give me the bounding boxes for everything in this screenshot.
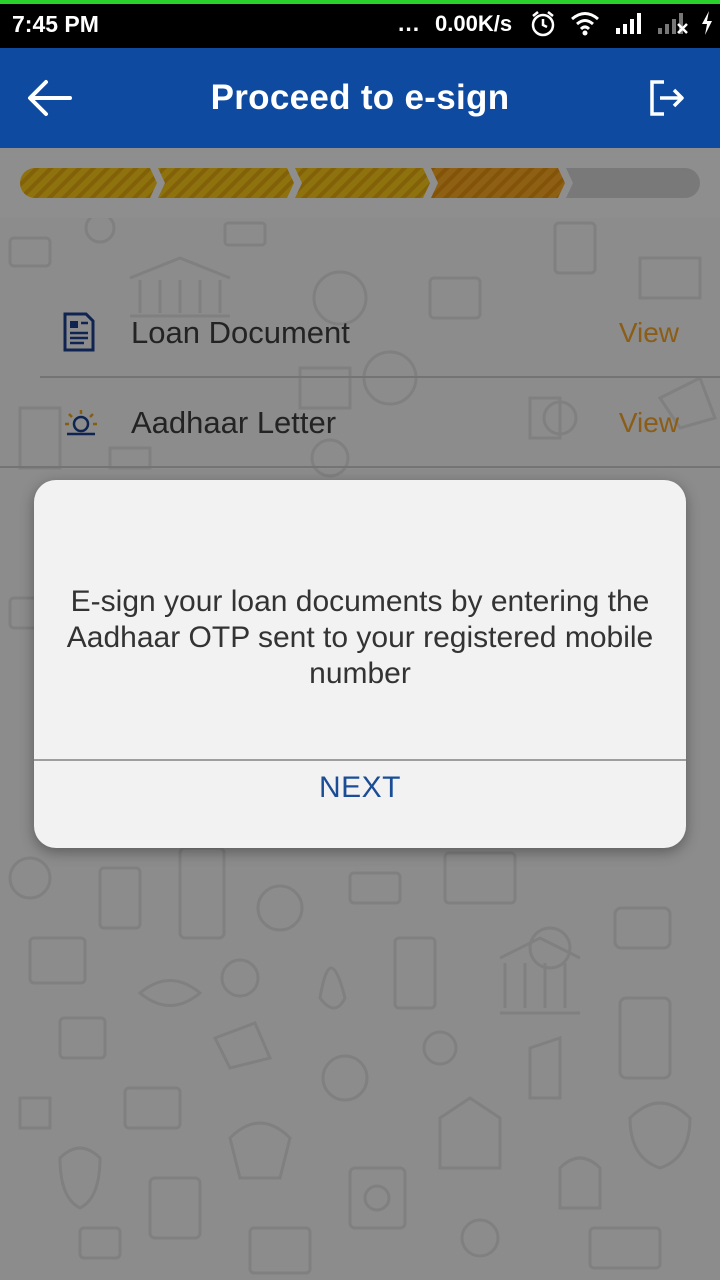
status-more-indicator: ...: [398, 10, 421, 36]
dialog-message: E-sign your loan documents by entering t…: [66, 585, 654, 690]
esign-info-dialog: E-sign your loan documents by entering t…: [34, 480, 686, 848]
next-button[interactable]: NEXT: [34, 762, 686, 848]
alarm-icon: [531, 11, 555, 37]
logout-icon[interactable]: [646, 78, 686, 118]
status-bar-accent-line: [0, 0, 720, 4]
wifi-icon: [571, 12, 599, 36]
dialog-divider: [34, 759, 686, 761]
status-time: 7:45 PM: [12, 11, 99, 37]
page-title: Proceed to e-sign: [210, 78, 510, 117]
status-network-speed: 0.00K/s: [435, 11, 513, 36]
app-bar: Proceed to e-sign: [0, 48, 720, 148]
charging-icon: [702, 11, 712, 35]
signal-icon: [616, 13, 641, 34]
status-bar: 7:45 PM ... 0.00K/s: [0, 0, 720, 48]
signal-no-service-icon: [658, 13, 688, 34]
